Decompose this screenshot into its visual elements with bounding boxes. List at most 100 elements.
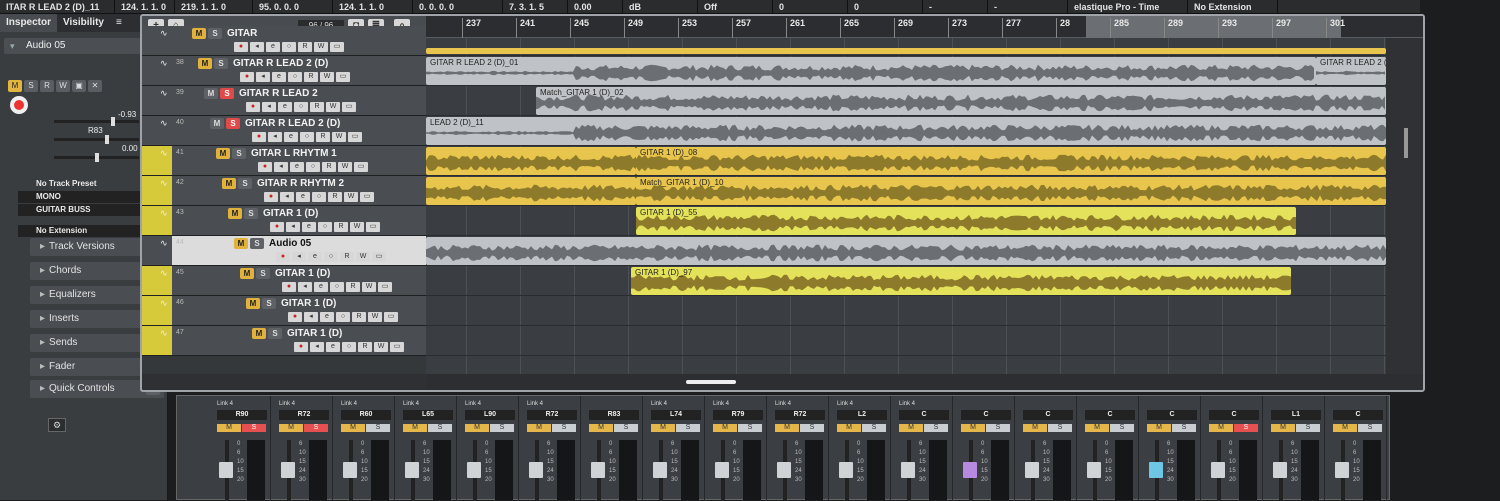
- solo-button[interactable]: S: [614, 424, 638, 432]
- pan-readout[interactable]: R72: [527, 410, 577, 420]
- info-field[interactable]: 0: [773, 0, 848, 14]
- mute-button[interactable]: M: [465, 424, 489, 432]
- write-button[interactable]: W: [314, 42, 328, 52]
- fader-handle[interactable]: [405, 462, 419, 478]
- fader-handle[interactable]: [1335, 462, 1349, 478]
- audio-event[interactable]: LEAD 2 (D)_11: [426, 117, 1386, 145]
- solo-button[interactable]: S: [226, 118, 240, 129]
- mute-button[interactable]: M: [217, 424, 241, 432]
- write-button[interactable]: W: [374, 342, 388, 352]
- mute-button[interactable]: M: [222, 178, 236, 189]
- mute-button[interactable]: M: [837, 424, 861, 432]
- folder-icon[interactable]: ▭: [378, 282, 392, 292]
- fader-handle[interactable]: [219, 462, 233, 478]
- audio-event[interactable]: GITAR 1 (D)_08: [636, 147, 1386, 175]
- scroll-thumb[interactable]: [1404, 128, 1408, 158]
- info-field[interactable]: ITAR R LEAD 2 (D)_11: [0, 0, 115, 14]
- mute-button[interactable]: M: [1085, 424, 1109, 432]
- record-enable-button[interactable]: ●: [288, 312, 302, 322]
- info-field[interactable]: dB: [623, 0, 698, 14]
- read-button[interactable]: R: [298, 42, 312, 52]
- edit-channel-icon[interactable]: e: [284, 132, 298, 142]
- mute-button[interactable]: M: [775, 424, 799, 432]
- solo-button[interactable]: S: [1110, 424, 1134, 432]
- solo-button[interactable]: S: [366, 424, 390, 432]
- edit-channel-icon[interactable]: e: [278, 102, 292, 112]
- solo-button[interactable]: S: [986, 424, 1010, 432]
- track-preset-field[interactable]: No Track Preset: [18, 178, 143, 190]
- record-enable-button[interactable]: ●: [276, 252, 290, 262]
- record-enable-button[interactable]: ●: [264, 192, 278, 202]
- mute-button[interactable]: M: [279, 424, 303, 432]
- write-button[interactable]: W: [332, 132, 346, 142]
- edit-channel-icon[interactable]: e: [326, 342, 340, 352]
- solo-button[interactable]: S: [862, 424, 886, 432]
- record-enable-button[interactable]: [10, 96, 28, 114]
- track-row[interactable]: ∿ 41 M S GITAR L RHYTM 1 ● ◂ e ○ R W ▭: [142, 146, 426, 176]
- mute-button[interactable]: M: [1023, 424, 1047, 432]
- write-button[interactable]: W: [362, 282, 376, 292]
- info-field[interactable]: 0.00: [568, 0, 623, 14]
- solo-button[interactable]: S: [800, 424, 824, 432]
- mute-button[interactable]: M: [228, 208, 242, 219]
- edit-channel-icon[interactable]: e: [320, 312, 334, 322]
- solo-button[interactable]: S: [1358, 424, 1382, 432]
- output-routing[interactable]: GUITAR BUSS: [18, 204, 143, 216]
- mute-button[interactable]: M: [589, 424, 613, 432]
- event-display[interactable]: GITAR R LEAD 2 (D)_01 GITAR R LEAD 2 (D)_…: [426, 38, 1386, 374]
- record-enable-button[interactable]: ●: [252, 132, 266, 142]
- monitor-button[interactable]: ◂: [250, 42, 264, 52]
- track-row[interactable]: ∿ 46 M S GITAR 1 (D) ● ◂ e ○ R W ▭: [142, 296, 426, 326]
- solo-button[interactable]: S: [924, 424, 948, 432]
- solo-button[interactable]: S: [552, 424, 576, 432]
- edit-channel-icon[interactable]: e: [308, 252, 322, 262]
- info-field[interactable]: elastique Pro - Time: [1068, 0, 1188, 14]
- pan-readout[interactable]: C: [1333, 410, 1383, 420]
- info-field[interactable]: -: [923, 0, 988, 14]
- lanes-icon[interactable]: ○: [312, 192, 326, 202]
- read-button[interactable]: R: [310, 102, 324, 112]
- solo-button[interactable]: S: [24, 80, 38, 92]
- mute-button[interactable]: M: [204, 88, 218, 99]
- solo-button[interactable]: S: [1234, 424, 1258, 432]
- write-button[interactable]: W: [350, 222, 364, 232]
- folder-icon[interactable]: ▭: [360, 192, 374, 202]
- track-name[interactable]: GITAR R RHYTM 2: [257, 178, 344, 189]
- audio-event[interactable]: GITAR R LEAD 2 (D)_02: [1316, 57, 1386, 85]
- track-name[interactable]: GITAR L RHYTM 1: [251, 148, 337, 159]
- scroll-thumb[interactable]: [686, 380, 736, 384]
- solo-button[interactable]: S: [676, 424, 700, 432]
- fader-handle[interactable]: [467, 462, 481, 478]
- write-button[interactable]: W: [344, 192, 358, 202]
- mute-button[interactable]: M: [198, 58, 212, 69]
- track-name[interactable]: Audio 05: [269, 238, 311, 249]
- monitor-button[interactable]: ◂: [280, 192, 294, 202]
- mute-button[interactable]: M: [713, 424, 737, 432]
- mute-button[interactable]: M: [240, 268, 254, 279]
- write-button[interactable]: W: [338, 162, 352, 172]
- audio-event[interactable]: GITAR 1 (D)_55: [636, 207, 1296, 235]
- mute-button[interactable]: M: [1271, 424, 1295, 432]
- track-name[interactable]: GITAR R LEAD 2 (D): [233, 58, 328, 69]
- volume-slider[interactable]: [54, 117, 139, 126]
- write-button[interactable]: W: [368, 312, 382, 322]
- fader-handle[interactable]: [281, 462, 295, 478]
- track-row[interactable]: ∿ 44 M S Audio 05 ● ◂ e ○ R W ▭: [142, 236, 426, 266]
- fader-handle[interactable]: [963, 462, 977, 478]
- fader-handle[interactable]: [591, 462, 605, 478]
- mute-button[interactable]: M: [210, 118, 224, 129]
- horizontal-scrollbar[interactable]: [426, 374, 1423, 390]
- info-field[interactable]: Off: [698, 0, 773, 14]
- lock-icon[interactable]: ▣: [72, 80, 86, 92]
- info-field[interactable]: 124. 1. 1. 0: [115, 0, 175, 14]
- mute-button[interactable]: M: [527, 424, 551, 432]
- lanes-icon[interactable]: ○: [288, 72, 302, 82]
- track-row[interactable]: ∿ 38 M S GITAR R LEAD 2 (D) ● ◂ e ○ R W ▭: [142, 56, 426, 86]
- solo-button[interactable]: S: [1296, 424, 1320, 432]
- info-field[interactable]: 0: [848, 0, 923, 14]
- lanes-icon[interactable]: ○: [336, 312, 350, 322]
- tab-visibility[interactable]: Visibility: [57, 14, 110, 32]
- track-name[interactable]: GITAR 1 (D): [275, 268, 330, 279]
- solo-button[interactable]: S: [256, 268, 270, 279]
- info-field[interactable]: 95. 0. 0. 0: [253, 0, 333, 14]
